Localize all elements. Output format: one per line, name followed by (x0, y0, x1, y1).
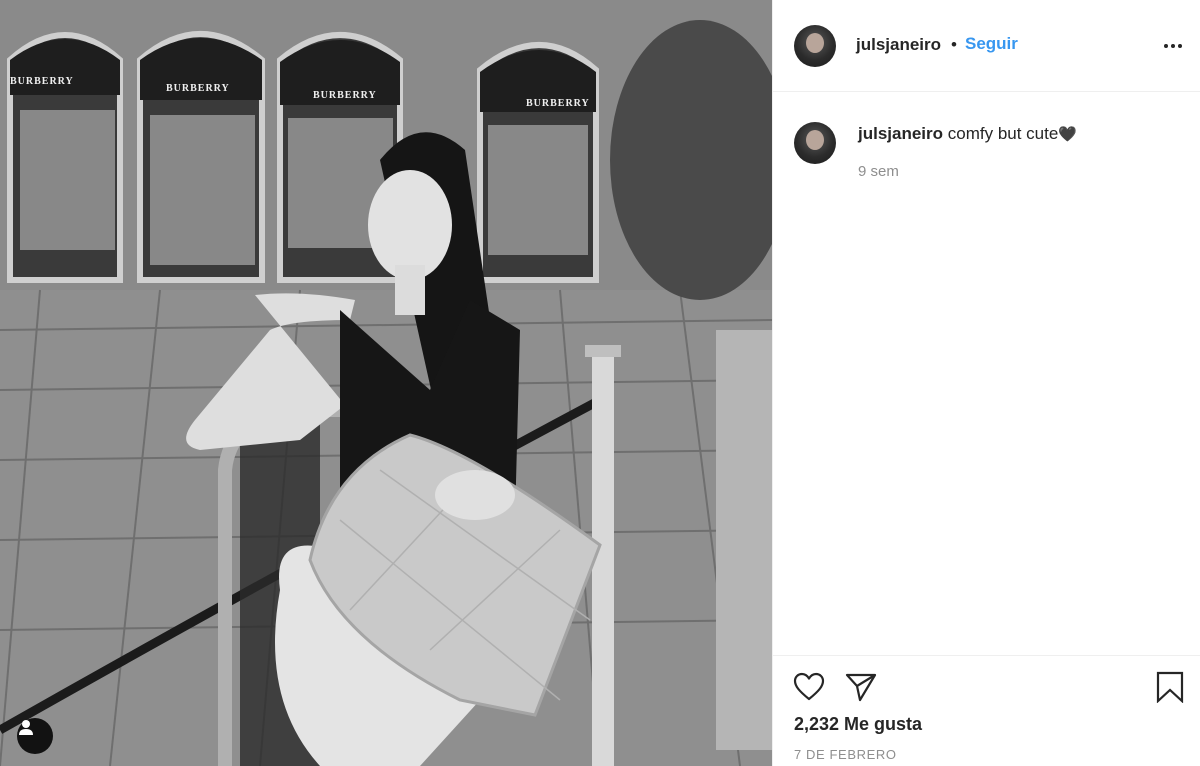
store-sign: BURBERRY (526, 98, 590, 109)
black-heart-emoji: 🖤 (1058, 126, 1078, 143)
like-button[interactable] (792, 670, 826, 704)
bookmark-outline-icon (1156, 671, 1184, 703)
person-icon (19, 720, 33, 735)
paper-plane-icon (845, 673, 877, 702)
photo-scene (0, 0, 772, 766)
caption-text: comfy but cute (947, 124, 1059, 143)
heart-outline-icon (793, 672, 825, 701)
likes-count[interactable]: 2,232 Me gusta (794, 714, 922, 735)
caption-username-link[interactable]: julsjaneiro (858, 124, 943, 143)
ellipsis-icon (1171, 44, 1175, 48)
store-sign: BURBERRY (313, 90, 377, 101)
post-photo[interactable]: BURBERRY BURBERRY BURBERRY BURBERRY (0, 0, 772, 766)
ellipsis-icon (1178, 44, 1182, 48)
user-tag-button[interactable] (17, 718, 53, 754)
post-actions: 2,232 Me gusta 7 DE FEBRERO (773, 655, 1200, 766)
avatar[interactable] (794, 25, 836, 67)
caption-timestamp[interactable]: 9 sem (858, 163, 899, 180)
post-side-panel: julsjaneiro • Seguir julsjaneiro comfy b… (772, 0, 1200, 766)
ellipsis-icon (1164, 44, 1168, 48)
post-date[interactable]: 7 DE FEBRERO (794, 747, 897, 762)
store-sign: BURBERRY (166, 83, 230, 94)
caption-avatar[interactable] (794, 122, 836, 164)
post-header: julsjaneiro • Seguir (773, 0, 1200, 92)
more-options-button[interactable] (1161, 36, 1185, 56)
separator-dot: • (951, 35, 957, 54)
share-button[interactable] (844, 670, 878, 704)
save-button[interactable] (1153, 670, 1187, 704)
store-sign: BURBERRY (10, 76, 74, 87)
caption: julsjaneiro comfy but cute🖤 (858, 123, 1077, 146)
header-username-link[interactable]: julsjaneiro (856, 35, 941, 55)
follow-button[interactable]: Seguir (965, 34, 1018, 54)
